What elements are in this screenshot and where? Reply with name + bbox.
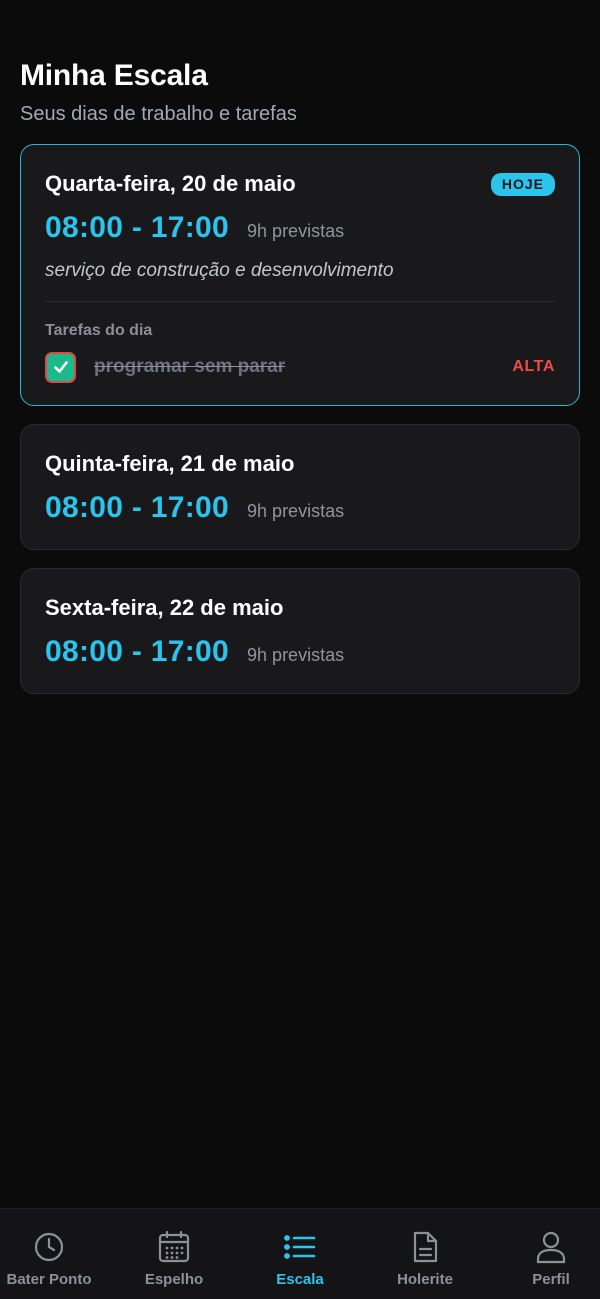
day-card-header: Quinta-feira, 21 de maio xyxy=(45,451,555,477)
shift-time: 08:00 - 17:00 xyxy=(45,635,230,668)
page-subtitle: Seus dias de trabalho e tarefas xyxy=(20,103,297,125)
page-title: Minha Escala xyxy=(20,59,208,92)
shift-time: 08:00 - 17:00 xyxy=(45,491,230,524)
tab-perfil[interactable]: Perfil xyxy=(491,1209,600,1299)
shift-description: serviço de construção e desenvolvimento xyxy=(45,260,394,281)
shift-time-row: 08:00 - 17:00 9h previstas xyxy=(45,211,344,245)
shift-time-row: 08:00 - 17:00 9h previstas xyxy=(45,635,344,669)
day-card[interactable]: Sexta-feira, 22 de maio 08:00 - 17:00 9h… xyxy=(20,568,580,694)
clock-icon xyxy=(31,1229,67,1265)
priority-badge: ALTA xyxy=(512,358,555,375)
day-card-header: Quarta-feira, 20 de maio HOJE xyxy=(45,171,555,197)
check-icon xyxy=(53,361,68,373)
day-card-header: Sexta-feira, 22 de maio xyxy=(45,595,555,621)
tasks-heading: Tarefas do dia xyxy=(45,322,153,339)
tab-espelho[interactable]: Espelho xyxy=(114,1209,234,1299)
task-label: programar sem parar xyxy=(94,356,286,377)
escala-screen: Minha Escala Seus dias de trabalho e tar… xyxy=(0,0,600,1299)
task-item: programar sem parar ALTA xyxy=(45,351,555,383)
day-card[interactable]: Quinta-feira, 21 de maio 08:00 - 17:00 9… xyxy=(20,424,580,550)
tab-escala[interactable]: Escala xyxy=(240,1209,360,1299)
today-badge: HOJE xyxy=(490,172,555,196)
user-icon xyxy=(533,1229,569,1265)
document-icon xyxy=(407,1229,443,1265)
tab-label: Bater Ponto xyxy=(6,1271,92,1288)
tab-holerite[interactable]: Holerite xyxy=(365,1209,485,1299)
task-checkbox[interactable] xyxy=(45,351,76,383)
shift-time-row: 08:00 - 17:00 9h previstas xyxy=(45,491,344,525)
shift-time: 08:00 - 17:00 xyxy=(45,211,230,244)
page-header: Minha Escala Seus dias de trabalho e tar… xyxy=(20,58,297,126)
card-divider xyxy=(45,301,555,302)
tab-label: Holerite xyxy=(397,1271,453,1288)
planned-hours: 9h previstas xyxy=(247,645,345,665)
tab-label: Escala xyxy=(276,1271,324,1288)
day-date: Quarta-feira, 20 de maio xyxy=(45,171,296,196)
planned-hours: 9h previstas xyxy=(247,501,345,521)
list-icon xyxy=(282,1229,318,1265)
day-card-today[interactable]: Quarta-feira, 20 de maio HOJE 08:00 - 17… xyxy=(20,144,580,406)
day-date: Sexta-feira, 22 de maio xyxy=(45,595,284,620)
planned-hours: 9h previstas xyxy=(247,221,345,241)
tab-label: Espelho xyxy=(144,1271,204,1288)
tab-bater-ponto[interactable]: Bater Ponto xyxy=(0,1209,109,1299)
calendar-icon xyxy=(156,1229,192,1265)
tab-label: Perfil xyxy=(532,1271,570,1288)
bottom-tab-bar: Bater Ponto Espelho Escala Holerite Perf… xyxy=(0,1208,600,1299)
day-date: Quinta-feira, 21 de maio xyxy=(45,451,295,476)
